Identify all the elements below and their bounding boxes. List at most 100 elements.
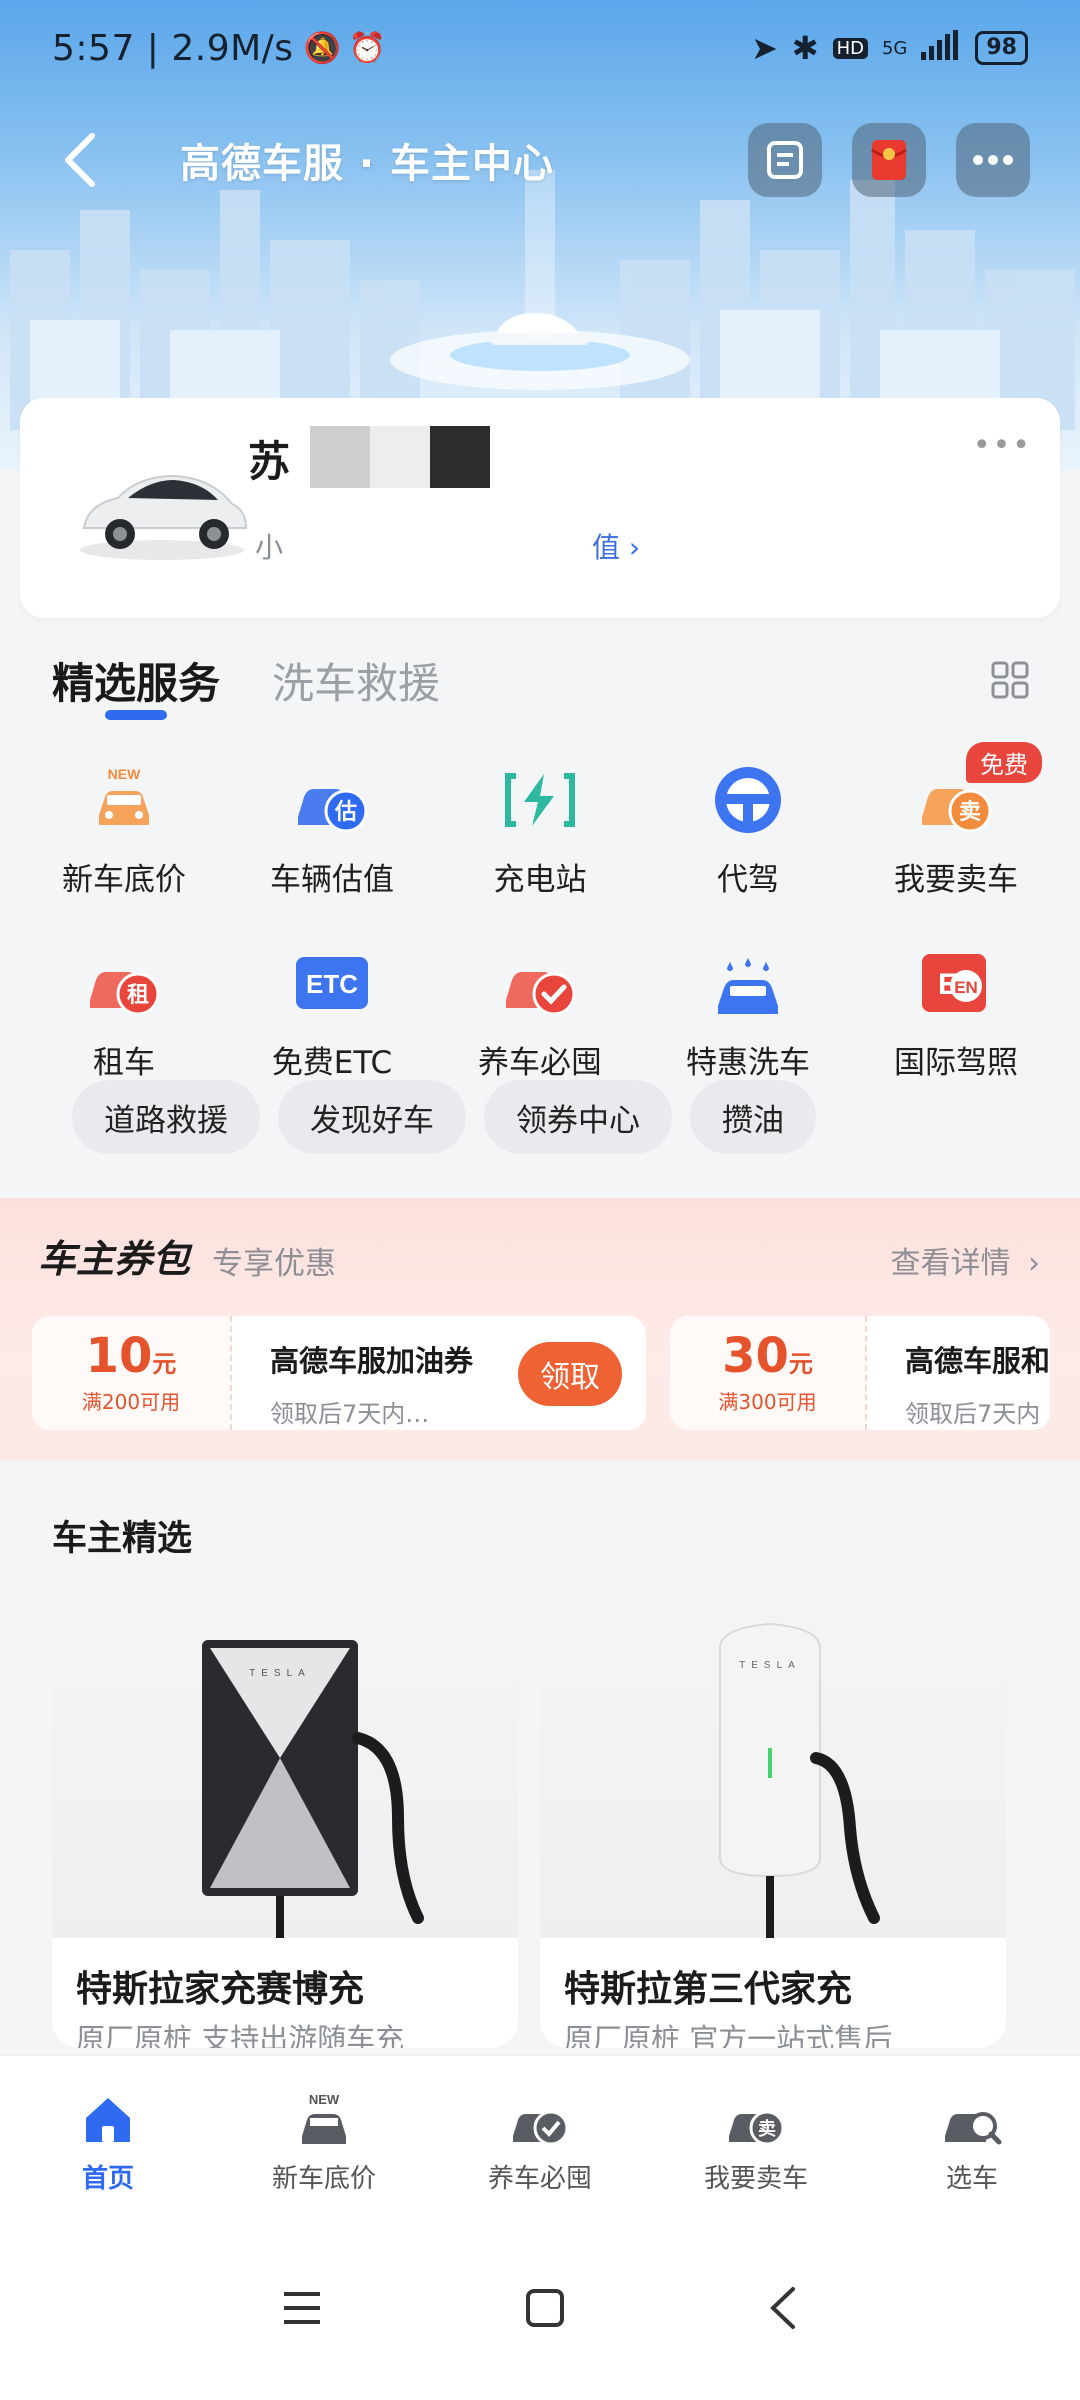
product-image: TESLA (52, 1588, 518, 1938)
grid-menu-icon[interactable] (990, 660, 1030, 700)
svg-text:NEW: NEW (108, 766, 141, 782)
coupon-desc: 领取后7天内 (904, 1400, 1041, 1428)
tab-indicator (105, 710, 167, 720)
service-label: 代驾 (717, 862, 779, 898)
privacy-mosaic (430, 426, 490, 488)
nav-label: 首页 (81, 2164, 134, 2194)
hd-icon: HD (832, 37, 868, 59)
service-intl-license[interactable]: E EN 国际驾照 (852, 943, 1060, 1082)
coupon-card[interactable]: 30元 满300可用 高德车服和 领取后7天内 (670, 1316, 1050, 1430)
back-icon[interactable] (768, 2286, 798, 2330)
menu-icon[interactable] (282, 2290, 322, 2326)
nav-maintenance[interactable]: 养车必囤 (432, 2056, 648, 2215)
nav-label: 新车底价 (271, 2164, 376, 2194)
services-section: 精选服务 洗车救援 NEW 新车底价 估 车辆估值 充电站 代驾 免费 卖 我要… (0, 630, 1080, 1170)
service-charging[interactable]: 充电站 (436, 760, 644, 899)
home-icon (76, 2088, 140, 2152)
battery-indicator: 98 (975, 31, 1028, 65)
orders-button[interactable] (748, 123, 822, 197)
product-name: 特斯拉家充赛博充 (76, 1969, 365, 2010)
view-details-label: 查看详情 (890, 1246, 1011, 1281)
card-more-icon[interactable]: ••• (973, 428, 1032, 463)
service-label: 充电站 (493, 862, 587, 898)
service-label: 新车底价 (62, 862, 186, 898)
coupon-card[interactable]: 10元 满200可用 高德车服加油券 领取后7天内… 领取 (32, 1316, 646, 1430)
service-maintenance[interactable]: 养车必囤 (436, 943, 644, 1082)
car-thumbnail (80, 474, 248, 560)
charging-icon (500, 760, 580, 840)
network-type: 5G (881, 37, 908, 59)
svg-text:卖: 卖 (758, 2118, 776, 2140)
coupon-amount: 10元 (85, 1327, 177, 1384)
nav-choose-car[interactable]: 选车 (864, 2056, 1080, 2215)
sell-car-icon: 卖 (724, 2088, 788, 2152)
valuation-icon: 估 (292, 760, 372, 840)
signal-icon (921, 30, 961, 66)
product-card[interactable]: TESLA 特斯拉家充赛博充 原厂原桩 支持出游随车充 (52, 1588, 518, 2048)
svg-text:ETC: ETC (306, 969, 358, 999)
service-sell-car[interactable]: 免费 卖 我要卖车 (852, 742, 1060, 899)
product-card[interactable]: TESLA 特斯拉第三代家充 原厂原桩 官方一站式售后 (540, 1588, 1006, 2048)
maintenance-icon (500, 943, 580, 1023)
rent-car-icon: 租 (84, 943, 164, 1023)
svg-text:TESLA: TESLA (739, 1660, 801, 1671)
nav-sell-car[interactable]: 卖 我要卖车 (648, 2056, 864, 2215)
service-valuation[interactable]: 估 车辆估值 (228, 760, 436, 899)
service-label: 免费ETC (271, 1045, 393, 1081)
status-time: 5:57 | 2.9M/s (52, 27, 294, 69)
home-square-icon[interactable] (525, 2288, 565, 2328)
location-icon: ➤ (750, 29, 778, 67)
privacy-mosaic (310, 426, 370, 488)
red-packet-button[interactable] (852, 123, 926, 197)
coupon-condition: 满200可用 (81, 1389, 181, 1414)
nav-label: 养车必囤 (487, 2164, 592, 2194)
etc-icon: ETC (292, 943, 372, 1023)
chip-road-rescue[interactable]: 道路救援 (72, 1080, 260, 1154)
service-label: 特惠洗车 (686, 1045, 810, 1081)
more-dots-icon (973, 155, 1013, 165)
mute-icon: 🔕 (303, 30, 341, 66)
product-desc: 原厂原桩 支持出游随车充 (76, 2022, 405, 2048)
vehicle-card[interactable]: 苏 小 值 › ••• (20, 398, 1060, 618)
new-car-icon: NEW (292, 2088, 356, 2152)
coupon-condition: 满300可用 (718, 1389, 817, 1414)
coupon-view-details[interactable]: 查看详情 › (890, 1238, 1040, 1282)
svg-text:EN: EN (954, 978, 978, 997)
vehicle-link[interactable]: 值 › (592, 526, 640, 566)
service-label: 养车必囤 (478, 1045, 602, 1081)
system-nav-bar (0, 2215, 1080, 2400)
svg-text:估: 估 (334, 800, 357, 825)
chip-discover-cars[interactable]: 发现好车 (278, 1080, 466, 1154)
maintenance-icon (508, 2088, 572, 2152)
status-bar: 5:57 | 2.9M/s 🔕 ⏰ ➤ ✱ HD 5G 98 (0, 0, 1080, 96)
product-desc: 原厂原桩 官方一站式售后 (564, 2022, 893, 2048)
nav-home[interactable]: 首页 (0, 2056, 216, 2215)
new-car-icon: NEW (84, 760, 164, 840)
service-car-wash[interactable]: 特惠洗车 (644, 943, 852, 1082)
red-envelope-icon (871, 140, 907, 180)
coupon-name: 高德车服和 (904, 1344, 1050, 1378)
back-button[interactable] (50, 130, 110, 190)
steering-wheel-icon (708, 760, 788, 840)
nav-new-car-price[interactable]: NEW 新车底价 (216, 2056, 432, 2215)
coupon-section: 车主券包 专享优惠 查看详情 › 10元 满200可用 高德车服加油券 领取后7… (0, 1198, 1080, 1460)
nav-bar: 高德车服 · 车主中心 (0, 110, 1080, 210)
service-label: 我要卖车 (894, 862, 1018, 898)
svg-text:租: 租 (127, 983, 149, 1008)
tab-wash-rescue[interactable]: 洗车救援 (272, 650, 440, 711)
more-button[interactable] (956, 123, 1030, 197)
chevron-right-icon: › (1028, 1246, 1040, 1281)
coupon-title: 车主券包 (38, 1237, 191, 1281)
chip-coupon-center[interactable]: 领券中心 (484, 1080, 672, 1154)
service-free-etc[interactable]: ETC 免费ETC (228, 943, 436, 1082)
page-title: 高德车服 · 车主中心 (180, 141, 555, 187)
service-new-car-price[interactable]: NEW 新车底价 (20, 760, 228, 899)
alarm-icon: ⏰ (348, 30, 387, 66)
chip-save-fuel[interactable]: 攒油 (690, 1080, 816, 1154)
tab-featured[interactable]: 精选服务 (52, 650, 220, 711)
service-designated-driver[interactable]: 代驾 (644, 760, 852, 899)
selection-title: 车主精选 (52, 1519, 193, 1559)
vehicle-subtitle: 小 (255, 531, 284, 564)
claim-button[interactable]: 领取 (518, 1342, 622, 1406)
service-rent-car[interactable]: 租 租车 (20, 943, 228, 1082)
